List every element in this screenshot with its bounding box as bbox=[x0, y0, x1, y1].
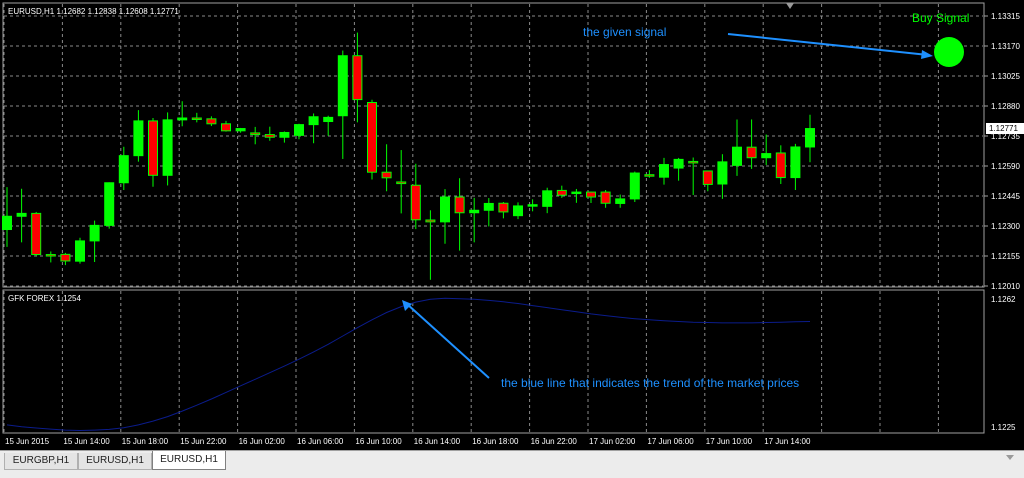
candle-bear bbox=[425, 219, 436, 223]
chart-title: EURUSD,H1 1.12682 1.12838 1.12608 1.1277… bbox=[8, 7, 179, 16]
candle-bull bbox=[659, 164, 669, 178]
candle-bull bbox=[805, 128, 815, 148]
time-tick-label: 16 Jun 06:00 bbox=[297, 437, 344, 446]
buy-signal-dot bbox=[934, 37, 964, 67]
candle-bull bbox=[104, 182, 115, 226]
candle-bear bbox=[688, 160, 699, 164]
candle-bull bbox=[542, 190, 553, 207]
candle-bear bbox=[221, 123, 231, 132]
price-tick-label: 1.13315 bbox=[991, 12, 1020, 21]
chart-tab-bar: EURGBP,H1 EURUSD,H1 EURUSD,H1 bbox=[0, 450, 1024, 478]
candle-bear bbox=[264, 134, 275, 138]
candle-bear bbox=[600, 191, 611, 204]
tab-eurusd-h1-active[interactable]: EURUSD,H1 bbox=[152, 451, 226, 470]
candle-bear bbox=[31, 212, 42, 256]
candle-bull bbox=[294, 124, 304, 136]
time-tick-label: 17 Jun 02:00 bbox=[589, 437, 636, 446]
candle-bull bbox=[790, 146, 801, 179]
candle-bull bbox=[615, 198, 626, 204]
time-tick-label: 16 Jun 02:00 bbox=[239, 437, 286, 446]
candle-bear bbox=[396, 181, 407, 185]
candle-bear bbox=[556, 189, 567, 196]
candle-bull bbox=[440, 196, 450, 223]
candle-bull bbox=[732, 146, 742, 166]
candle-bull bbox=[513, 205, 523, 217]
candle-bear bbox=[644, 174, 655, 177]
chart-area[interactable]: EURUSD,H1 1.12682 1.12838 1.12608 1.1277… bbox=[0, 0, 1024, 450]
time-tick-label: 16 Jun 18:00 bbox=[472, 437, 519, 446]
candle-bull bbox=[16, 212, 27, 217]
time-tick-label: 15 Jun 2015 bbox=[5, 437, 50, 446]
candle-bull bbox=[469, 209, 480, 214]
candle-bull bbox=[323, 116, 334, 123]
candle-bear bbox=[352, 55, 363, 101]
candle-bull bbox=[75, 240, 85, 262]
time-tick-label: 16 Jun 10:00 bbox=[355, 437, 402, 446]
candle-bull bbox=[177, 117, 188, 121]
candle-bear bbox=[454, 196, 465, 214]
candle-bull bbox=[717, 161, 728, 185]
candle-bull bbox=[308, 116, 319, 126]
candle-bear bbox=[702, 170, 713, 185]
price-tick-label: 1.12880 bbox=[991, 102, 1020, 111]
candle-bear bbox=[586, 191, 596, 198]
tab-eurusd-h1-1[interactable]: EURUSD,H1 bbox=[78, 453, 152, 470]
candle-bull bbox=[89, 224, 100, 242]
price-tick-label: 1.12590 bbox=[991, 162, 1020, 171]
time-tick-label: 17 Jun 10:00 bbox=[706, 437, 753, 446]
time-tick-label: 17 Jun 06:00 bbox=[647, 437, 694, 446]
given-signal-label: the given signal bbox=[583, 25, 666, 39]
candle-bull bbox=[337, 55, 348, 117]
candle-bear bbox=[410, 184, 421, 221]
candle-bear bbox=[746, 146, 757, 159]
candle-bull bbox=[279, 131, 290, 138]
candle-bear bbox=[60, 253, 71, 262]
candle-bull bbox=[483, 202, 494, 211]
candle-bear bbox=[206, 118, 217, 125]
candle-bear bbox=[775, 152, 786, 179]
indicator-title: GFK FOREX 1.1254 bbox=[8, 294, 81, 303]
tab-scroll-down-icon[interactable] bbox=[1006, 455, 1014, 460]
indicator-tick-label: 1.1225 bbox=[991, 423, 1016, 432]
candle-bear bbox=[191, 117, 202, 120]
candle-bull bbox=[527, 204, 538, 207]
candle-bull bbox=[162, 119, 173, 176]
candle-bull bbox=[571, 191, 582, 195]
time-tick-label: 16 Jun 22:00 bbox=[531, 437, 578, 446]
candle-bear bbox=[250, 132, 261, 136]
current-price-label: 1.12771 bbox=[989, 124, 1018, 133]
candle-bear bbox=[148, 120, 158, 176]
candle-bull bbox=[133, 120, 144, 157]
price-tick-label: 1.12445 bbox=[991, 192, 1020, 201]
candle-bear bbox=[498, 202, 509, 213]
time-tick-label: 15 Jun 22:00 bbox=[180, 437, 227, 446]
candle-bull bbox=[629, 172, 640, 200]
candle-bull bbox=[673, 158, 684, 169]
time-tick-label: 16 Jun 14:00 bbox=[414, 437, 461, 446]
price-tick-label: 1.12300 bbox=[991, 222, 1020, 231]
price-tick-label: 1.13025 bbox=[991, 72, 1020, 81]
blue-line-label: the blue line that indicates the trend o… bbox=[501, 376, 799, 390]
price-tick-label: 1.13170 bbox=[991, 42, 1020, 51]
candle-bear bbox=[367, 101, 377, 173]
price-tick-label: 1.12155 bbox=[991, 252, 1020, 261]
candle-bull bbox=[761, 153, 772, 159]
time-tick-label: 15 Jun 14:00 bbox=[63, 437, 110, 446]
tab-eurgbp-h1[interactable]: EURGBP,H1 bbox=[4, 453, 78, 470]
indicator-tick-label: 1.1262 bbox=[991, 295, 1016, 304]
buy-signal-label: Buy Signal bbox=[912, 11, 969, 25]
time-tick-label: 17 Jun 14:00 bbox=[764, 437, 811, 446]
price-tick-label: 1.12010 bbox=[991, 282, 1020, 291]
candle-bull bbox=[2, 215, 12, 231]
candle-bull bbox=[118, 155, 129, 184]
candle-bear bbox=[45, 254, 56, 257]
candle-bull bbox=[235, 128, 246, 132]
candle-bear bbox=[381, 171, 392, 179]
time-tick-label: 15 Jun 18:00 bbox=[122, 437, 169, 446]
